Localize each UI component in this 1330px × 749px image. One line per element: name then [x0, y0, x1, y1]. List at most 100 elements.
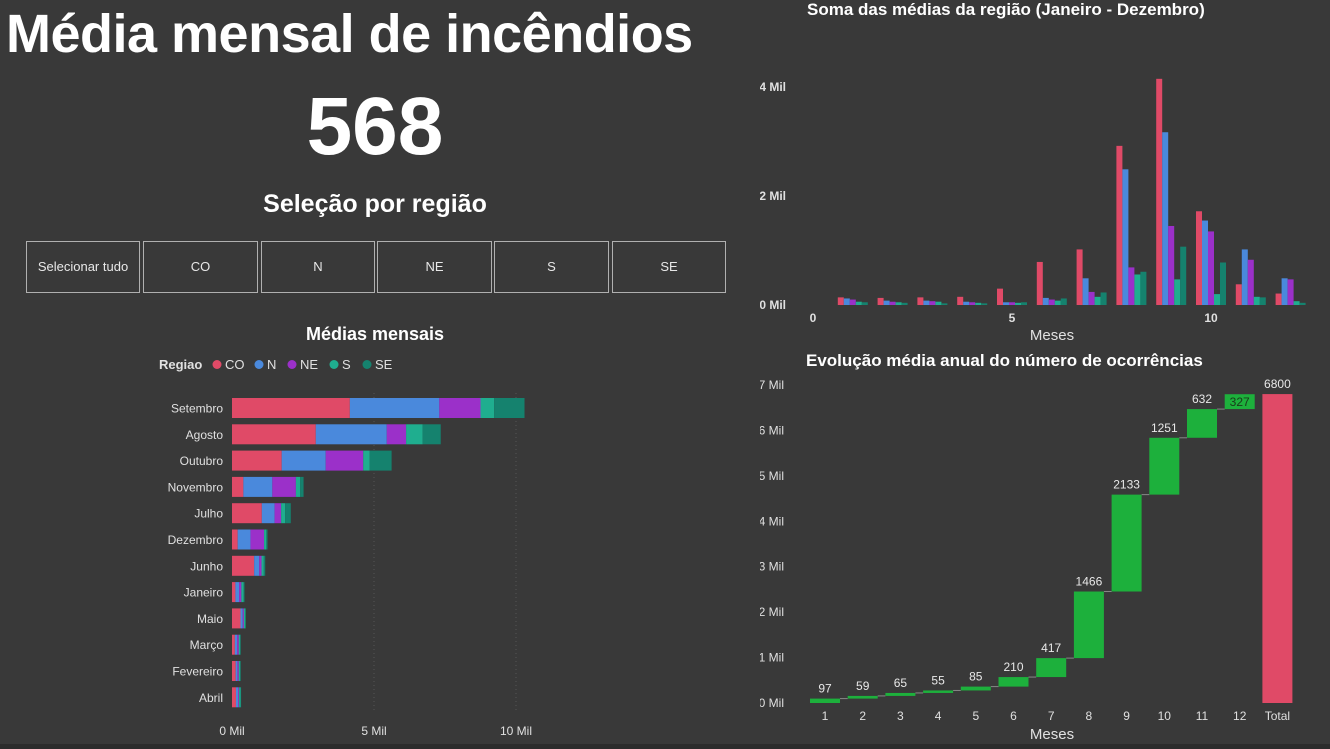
- bar-s: [261, 555, 264, 576]
- bar-se: [369, 450, 392, 471]
- bar-s: [1134, 274, 1141, 305]
- bar-n: [1241, 249, 1248, 305]
- x-tick-label: 3: [897, 709, 904, 723]
- slicer-select-all-button[interactable]: Selecionar tudo: [26, 241, 140, 293]
- bar-ne: [242, 608, 244, 629]
- legend-label-se: SE: [375, 357, 393, 372]
- bar-co: [232, 634, 235, 655]
- data-label: 59: [856, 679, 870, 693]
- bar-se: [243, 582, 245, 603]
- bar-se: [1060, 298, 1067, 305]
- legend-marker-ne: [287, 360, 297, 369]
- bar-ne: [272, 476, 296, 497]
- bar-co: [232, 687, 236, 708]
- y-tick-label: 4 Mil: [760, 514, 784, 528]
- bar-ne: [1287, 279, 1294, 305]
- bar-ne: [237, 634, 239, 655]
- bar-n: [1162, 132, 1169, 305]
- bar-s: [1214, 294, 1220, 305]
- data-label: 85: [969, 670, 983, 684]
- data-label: 65: [894, 676, 908, 690]
- bar-n: [1202, 220, 1208, 305]
- slicer-co-button[interactable]: CO: [143, 241, 258, 293]
- bar-s: [238, 661, 241, 681]
- x-tick-label: 6: [1010, 709, 1017, 723]
- data-label: 632: [1192, 392, 1212, 406]
- bar-n: [1082, 278, 1089, 305]
- bar-s: [241, 582, 244, 603]
- bar-co: [232, 582, 236, 603]
- bar-se: [1220, 262, 1226, 305]
- category-label: Julho: [194, 507, 223, 521]
- waterfall-bar: [1073, 591, 1104, 659]
- data-label: 210: [1003, 660, 1023, 674]
- bar-ne: [1048, 299, 1055, 305]
- waterfall-bar: [1149, 437, 1180, 495]
- x-axis-label: Meses: [1030, 327, 1074, 344]
- bar-co: [1116, 145, 1123, 305]
- category-label: Fevereiro: [172, 665, 223, 679]
- bar-ne: [1208, 231, 1214, 305]
- legend-marker-se: [362, 360, 372, 369]
- bar-n: [237, 529, 251, 550]
- slicer-ne-button[interactable]: NE: [377, 241, 492, 293]
- bar-ne: [969, 302, 976, 305]
- bar-se: [981, 303, 988, 305]
- bar-ne: [1009, 302, 1015, 305]
- bar-s: [406, 424, 423, 445]
- bar-co: [997, 288, 1003, 305]
- y-tick-label: 0 Mil: [760, 696, 784, 710]
- bar-ne: [1168, 225, 1175, 305]
- y-tick-label: 2 Mil: [760, 189, 786, 203]
- y-tick-label: 7 Mil: [760, 378, 784, 392]
- x-tick-label: 5 Mil: [361, 724, 386, 738]
- bar-co: [1196, 211, 1202, 305]
- bar-se: [1259, 297, 1266, 305]
- waterfall-bar: [1111, 494, 1142, 592]
- bar-se: [240, 687, 242, 708]
- bar-ne: [239, 582, 242, 603]
- bar-ne: [238, 687, 240, 708]
- data-label: 1251: [1151, 421, 1178, 435]
- waterfall-bar: [960, 686, 991, 691]
- legend-marker-co: [212, 360, 222, 369]
- legend-label-s: S: [342, 357, 351, 372]
- x-tick-label: 2: [859, 709, 866, 723]
- legend-label-co: CO: [225, 357, 245, 372]
- bottom-bar: [0, 744, 1330, 749]
- y-tick-label: 6 Mil: [760, 423, 784, 437]
- bar-co: [1076, 249, 1083, 305]
- slicer-se-button[interactable]: SE: [612, 241, 726, 293]
- category-label: Maio: [197, 612, 223, 626]
- bar-ne: [1128, 267, 1135, 305]
- bar-se: [861, 302, 868, 305]
- bar-se: [240, 661, 241, 681]
- bar-s: [480, 398, 495, 418]
- bar-s: [239, 687, 241, 708]
- bar-s: [1094, 296, 1101, 305]
- x-tick-label: 10 Mil: [500, 724, 532, 738]
- bar-s: [238, 634, 241, 655]
- x-tick-label: 7: [1048, 709, 1055, 723]
- bar-s: [1054, 300, 1061, 305]
- bar-co: [232, 450, 282, 471]
- slicer-s-button[interactable]: S: [494, 241, 609, 293]
- slicer-n-button[interactable]: N: [261, 241, 375, 293]
- bar-n: [923, 300, 930, 305]
- y-tick-label: 4 Mil: [760, 80, 786, 94]
- x-tick-label: 0: [810, 311, 817, 325]
- bar-ne: [237, 661, 239, 681]
- bar-ne: [1247, 259, 1254, 305]
- slicer-title: Seleção por região: [263, 190, 487, 218]
- annual-evolution-waterfall-chart: Evolução média anual do número de ocorrê…: [760, 351, 1293, 743]
- bar-co: [232, 503, 262, 524]
- bar-n: [1281, 278, 1288, 305]
- bar-co: [837, 297, 844, 305]
- bar-n: [315, 424, 387, 445]
- legend-marker-s: [329, 360, 339, 369]
- category-label: Dezembro: [168, 533, 224, 547]
- bar-n: [281, 450, 326, 471]
- waterfall-bar: [1036, 658, 1067, 678]
- legend-marker-n: [254, 360, 264, 369]
- y-tick-label: 0 Mil: [760, 298, 786, 312]
